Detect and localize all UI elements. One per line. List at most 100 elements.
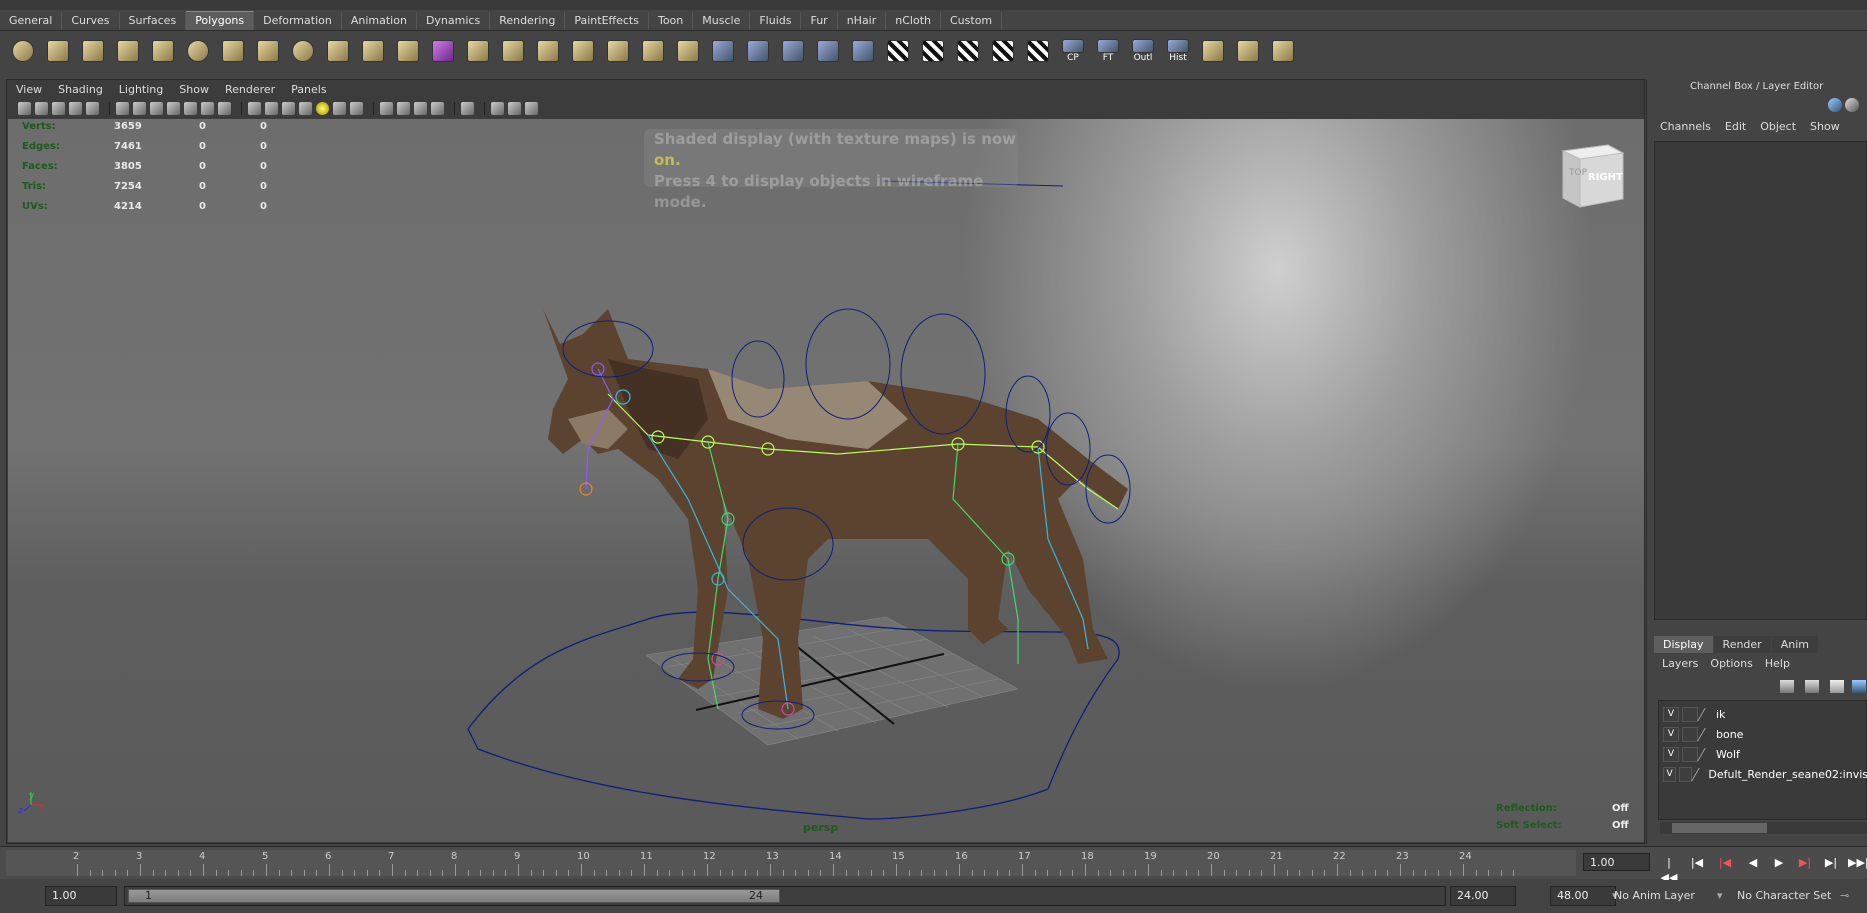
2d-pan-zoom-icon[interactable] xyxy=(86,101,99,115)
poly-pyramid-icon[interactable] xyxy=(218,36,248,66)
split-polygon-icon[interactable] xyxy=(498,36,528,66)
layer-row[interactable]: V Defult_Render_seane02:invis xyxy=(1663,766,1867,783)
end-time-field[interactable]: 24.00 xyxy=(1450,886,1516,906)
attribute-editor-toggle-icon[interactable] xyxy=(1845,98,1859,112)
layer-display-type-toggle[interactable] xyxy=(1682,747,1698,762)
shadows-icon[interactable] xyxy=(333,101,346,115)
shelf-tab[interactable]: Fur xyxy=(801,12,838,30)
poly-helix-icon[interactable] xyxy=(288,36,318,66)
step-back-frame-button[interactable]: |◀ xyxy=(1688,855,1706,870)
freeze-transform-icon[interactable]: FT xyxy=(1093,36,1123,66)
channel-box-menu-item[interactable]: Show xyxy=(1810,120,1840,133)
frame-selected-icon[interactable] xyxy=(508,101,521,115)
backface-culling-icon[interactable] xyxy=(414,101,427,115)
shelf-tab[interactable]: Dynamics xyxy=(417,12,491,30)
insert-edge-loop-icon[interactable] xyxy=(568,36,598,66)
step-forward-key-button[interactable]: ▶| xyxy=(1796,855,1814,870)
wedge-icon[interactable] xyxy=(743,36,773,66)
layer-visibility-toggle[interactable]: V xyxy=(1663,767,1677,782)
play-forwards-button[interactable]: ▶ xyxy=(1770,855,1788,870)
checker-5-icon[interactable] xyxy=(1023,36,1053,66)
go-to-end-button[interactable]: ▶▶| xyxy=(1848,855,1867,870)
camera-select-icon[interactable] xyxy=(18,101,31,115)
checker-4-icon[interactable] xyxy=(988,36,1018,66)
layer-editor-tab[interactable]: Render xyxy=(1713,636,1771,653)
bevel-icon[interactable] xyxy=(603,36,633,66)
use-all-lights-icon[interactable] xyxy=(316,101,329,115)
current-frame-field[interactable]: 1.00 xyxy=(1583,853,1650,871)
camera-attributes-icon[interactable] xyxy=(35,101,48,115)
poly-sphere-icon[interactable] xyxy=(8,36,38,66)
layer-scrollbar[interactable] xyxy=(1660,822,1867,834)
auto-key-icon[interactable]: ⊸ xyxy=(1840,886,1849,906)
center-pivot-icon[interactable]: CP xyxy=(1058,36,1088,66)
shelf-tab[interactable]: Curves xyxy=(62,12,120,30)
shelf-tab[interactable]: Muscle xyxy=(693,12,751,30)
time-ruler[interactable]: 2 3 4 5 6 7 8 9 10 11 12 13 14 15 16 17 18 19 20 21 22 23 24 xyxy=(6,850,1576,876)
bridge-icon[interactable] xyxy=(638,36,668,66)
smooth-shade-icon[interactable] xyxy=(265,101,278,115)
gate-mask-icon[interactable] xyxy=(167,101,180,115)
new-layer-from-selected-icon[interactable] xyxy=(1780,680,1794,693)
safe-title-icon[interactable] xyxy=(218,101,231,115)
shelf-tab[interactable]: Deformation xyxy=(254,12,342,30)
poly-cube-icon[interactable] xyxy=(43,36,73,66)
layer-display-type-toggle[interactable] xyxy=(1682,707,1698,722)
layer-editor-tab[interactable]: Anim xyxy=(1771,636,1818,653)
step-forward-frame-button[interactable]: ▶| xyxy=(1822,855,1840,870)
viewport-menu-item[interactable]: Show xyxy=(171,83,217,96)
character-set-dropdown-icon[interactable]: ▾ xyxy=(1717,886,1723,906)
shelf-tab[interactable]: PaintEffects xyxy=(565,12,649,30)
checker-icon[interactable] xyxy=(883,36,913,66)
new-empty-layer-icon[interactable] xyxy=(1805,680,1819,693)
share-icon[interactable] xyxy=(525,101,538,115)
xray-joints-icon[interactable] xyxy=(397,101,410,115)
combine-icon[interactable] xyxy=(323,36,353,66)
xray-icon[interactable] xyxy=(380,101,393,115)
go-to-start-button[interactable]: |◀◀ xyxy=(1660,855,1678,884)
field-chart-icon[interactable] xyxy=(184,101,197,115)
shelf-tab[interactable]: Polygons xyxy=(186,11,255,30)
shelf-extra-3-icon[interactable] xyxy=(1268,36,1298,66)
poly-plane-icon[interactable] xyxy=(148,36,178,66)
wireframe-icon[interactable] xyxy=(248,101,261,115)
poly-cone-icon[interactable] xyxy=(113,36,143,66)
merge-icon[interactable] xyxy=(673,36,703,66)
max-end-time-field[interactable]: 48.00 xyxy=(1550,886,1616,906)
3d-viewport[interactable]: RIGHT TOP Verts: 3659 0 0 Edges: 7461 0 0 Faces:… xyxy=(8,119,1644,842)
layer-options-icon[interactable] xyxy=(1830,680,1844,693)
step-back-key-button[interactable]: |◀ xyxy=(1716,855,1734,870)
layer-editor-menu-item[interactable]: Layers xyxy=(1662,657,1698,670)
film-gate-icon[interactable] xyxy=(133,101,146,115)
anim-layer-dropdown[interactable]: No Anim Layer xyxy=(1614,886,1695,906)
layer-visibility-toggle[interactable]: V xyxy=(1663,747,1679,762)
layer-editor-tab[interactable]: Display xyxy=(1654,636,1713,653)
viewport-menu-item[interactable]: Panels xyxy=(283,83,334,96)
isolate-select-icon[interactable] xyxy=(431,101,444,115)
poly-pipe-icon[interactable] xyxy=(253,36,283,66)
viewport-menu-item[interactable]: Renderer xyxy=(217,83,283,96)
start-time-field[interactable]: 1.00 xyxy=(45,886,117,906)
layer-editor-menu-item[interactable]: Options xyxy=(1710,657,1752,670)
character-set-dropdown[interactable]: No Character Set xyxy=(1737,886,1831,906)
select-camera-icon[interactable] xyxy=(461,101,474,115)
planar-map-icon[interactable] xyxy=(813,36,843,66)
checker-3-icon[interactable] xyxy=(953,36,983,66)
checker-2-icon[interactable] xyxy=(918,36,948,66)
shelf-tab[interactable]: General xyxy=(0,12,63,30)
poly-torus-icon[interactable] xyxy=(183,36,213,66)
layer-visibility-toggle[interactable]: V xyxy=(1663,707,1679,722)
shelf-tab[interactable]: nCloth xyxy=(886,12,941,30)
shelf-tab[interactable]: Toon xyxy=(649,12,694,30)
image-plane-icon[interactable] xyxy=(69,101,82,115)
poly-cylinder-icon[interactable] xyxy=(78,36,108,66)
textured-icon[interactable] xyxy=(299,101,312,115)
layer-row[interactable]: V Wolf xyxy=(1663,746,1867,763)
layer-visibility-toggle[interactable]: V xyxy=(1663,727,1679,742)
shelf-tab[interactable]: Animation xyxy=(342,12,417,30)
extrude-face-icon[interactable] xyxy=(463,36,493,66)
layer-attribute-icon[interactable] xyxy=(1852,680,1866,693)
shelf-tab[interactable]: Custom xyxy=(941,12,1003,30)
append-polygon-icon[interactable] xyxy=(533,36,563,66)
shelf-extra-1-icon[interactable] xyxy=(1198,36,1228,66)
